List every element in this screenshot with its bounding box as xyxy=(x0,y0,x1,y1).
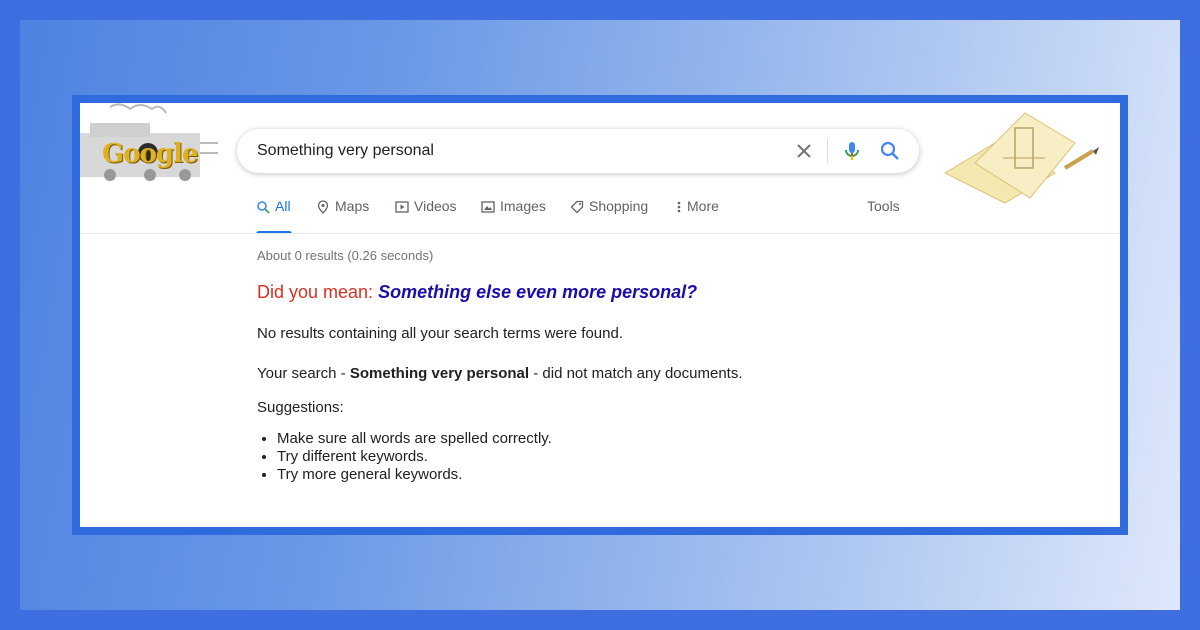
tab-shopping[interactable]: Shopping xyxy=(570,198,648,234)
tools-button[interactable]: Tools xyxy=(867,198,900,214)
search-icon xyxy=(257,201,270,214)
tag-icon xyxy=(570,200,584,214)
tab-label: More xyxy=(687,198,719,214)
your-search-message: Your search - Something very personal - … xyxy=(257,365,743,382)
your-search-suffix: - did not match any documents. xyxy=(533,365,743,382)
tab-label: All xyxy=(275,198,291,214)
tab-label: Images xyxy=(500,198,546,214)
map-pin-icon xyxy=(317,200,329,214)
header-divider xyxy=(80,233,1120,234)
search-input[interactable] xyxy=(257,129,757,173)
google-doodle-logo[interactable]: Google xyxy=(80,103,220,183)
search-box-divider xyxy=(827,139,828,163)
tab-all[interactable]: All xyxy=(256,198,292,234)
search-box xyxy=(237,129,919,173)
microphone-icon[interactable] xyxy=(840,139,864,163)
result-stats: About 0 results (0.26 seconds) xyxy=(257,248,434,263)
more-vert-icon xyxy=(677,201,681,213)
tab-images[interactable]: Images xyxy=(481,198,546,234)
tab-maps[interactable]: Maps xyxy=(316,198,369,234)
suggestions-list: Make sure all words are spelled correctl… xyxy=(257,430,552,484)
tab-more[interactable]: More xyxy=(676,198,719,234)
your-search-prefix: Your search - xyxy=(257,365,346,382)
did-you-mean: Did you mean: Something else even more p… xyxy=(257,282,697,303)
search-results-page: Google Something very personal All Maps … xyxy=(80,103,1120,527)
did-you-mean-label: Did you mean: xyxy=(257,282,374,302)
close-icon[interactable] xyxy=(792,139,816,163)
your-search-query: Something very personal xyxy=(349,365,530,382)
did-you-mean-link[interactable]: Something else even more personal? xyxy=(378,282,697,302)
suggestions-label: Suggestions: xyxy=(257,399,344,416)
tab-videos[interactable]: Videos xyxy=(395,198,457,234)
list-item: Try more general keywords. xyxy=(277,466,552,484)
tab-label: Shopping xyxy=(589,198,649,214)
sketch-doodle-icon xyxy=(935,103,1105,213)
search-icon[interactable] xyxy=(878,139,902,163)
list-item: Try different keywords. xyxy=(277,448,552,466)
no-results-message: No results containing all your search te… xyxy=(257,325,624,342)
list-item: Make sure all words are spelled correctl… xyxy=(277,430,552,448)
tab-label: Maps xyxy=(335,198,370,214)
logo-text: Google xyxy=(102,139,198,169)
image-icon xyxy=(481,201,495,213)
tab-label: Videos xyxy=(414,198,457,214)
play-icon xyxy=(395,201,409,213)
